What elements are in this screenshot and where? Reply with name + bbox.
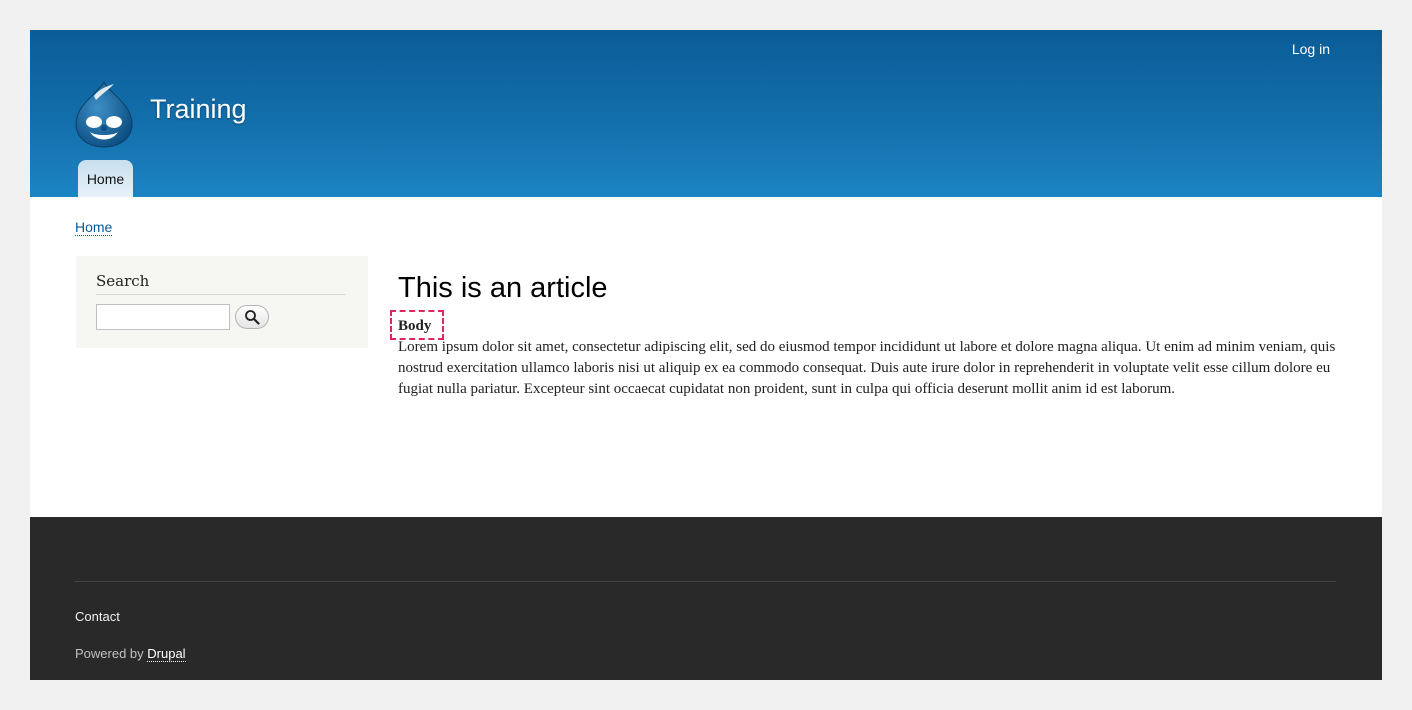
powered-by-prefix: Powered by <box>75 646 148 661</box>
footer-divider <box>75 581 1336 582</box>
page: Log in Training Home Home Search This is… <box>30 30 1382 680</box>
search-block-divider <box>96 294 346 295</box>
breadcrumb-home[interactable]: Home <box>75 219 113 236</box>
footer-contact-link[interactable]: Contact <box>75 609 120 624</box>
login-link[interactable]: Log in <box>1292 41 1330 57</box>
article-title: This is an article <box>398 272 608 304</box>
search-block-title: Search <box>96 272 150 290</box>
powered-by: Powered by Drupal <box>75 646 186 662</box>
search-input[interactable] <box>96 304 230 330</box>
drupal-logo-icon[interactable] <box>74 80 134 148</box>
highlight-box <box>390 310 444 340</box>
article-body: Lorem ipsum dolor sit amet, consectetur … <box>398 339 1336 397</box>
drupal-link[interactable]: Drupal <box>147 646 186 662</box>
site-header: Log in Training Home <box>30 30 1382 197</box>
search-block: Search <box>76 256 368 348</box>
nav-tab-home[interactable]: Home <box>78 160 133 197</box>
site-footer: Contact Powered by Drupal <box>30 517 1382 680</box>
magnifier-icon <box>245 310 260 325</box>
search-button[interactable] <box>235 305 269 329</box>
site-name[interactable]: Training <box>150 94 247 125</box>
